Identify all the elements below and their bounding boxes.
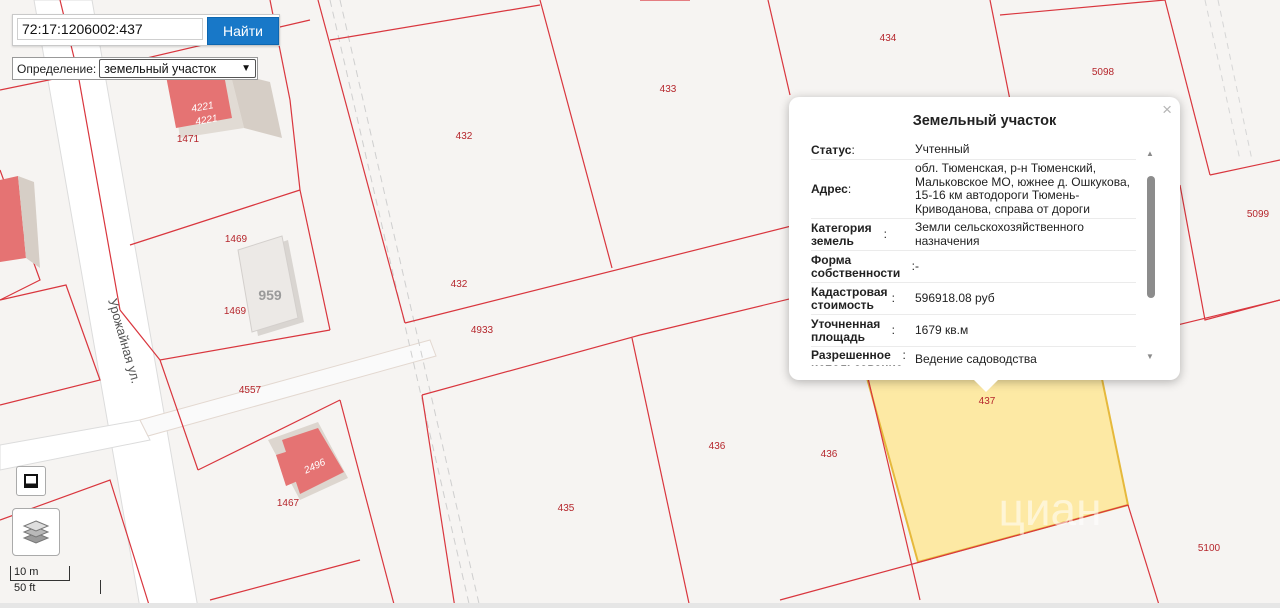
parcel-label: 432 (451, 279, 468, 290)
table-row: Уточненная площадь: 1679 кв.м (811, 315, 1136, 347)
definition-selected-value: земельный участок (104, 61, 217, 76)
chevron-down-icon: ▼ (241, 63, 251, 74)
scale-imperial: 50 ft (14, 582, 36, 594)
parcel-label: 5099 (1247, 209, 1270, 220)
popup-tail (974, 380, 998, 392)
info-table: Статус: Учтенный Адрес: обл. Тюменская, … (811, 141, 1136, 366)
parcel-label: 1469 (225, 234, 248, 245)
table-row: Категория земель: Земли сельскохозяйстве… (811, 219, 1136, 251)
scale-bar: 10 m 50 ft (8, 566, 104, 596)
building-label: 959 (258, 287, 282, 303)
parcel-label: 1471 (177, 134, 200, 145)
row-label: Адрес (811, 181, 848, 196)
parcel-label: 437 (979, 396, 996, 407)
scroll-thumb[interactable] (1147, 176, 1155, 298)
measure-tool-button[interactable] (16, 466, 46, 496)
parcel-label: 435 (558, 503, 575, 514)
parcel-label: 4557 (239, 385, 262, 396)
row-value: Земли сельскохозяйственного назначения (915, 220, 1084, 248)
row-label: Уточненная площадь (811, 316, 881, 344)
scroll-up-icon[interactable]: ▲ (1146, 149, 1154, 158)
parcel-label: 4933 (471, 325, 494, 336)
watermark: циан (998, 483, 1101, 535)
parcel-label: 434 (880, 33, 897, 44)
table-row: Статус: Учтенный (811, 141, 1136, 160)
row-value: Ведение садоводства (915, 352, 1037, 366)
definition-panel: Определение: земельный участок ▼ (12, 57, 258, 80)
table-row: Форма собственности: - (811, 251, 1136, 283)
search-panel: Найти (12, 14, 280, 46)
popup-scrollbar[interactable]: ▲ ▼ (1146, 149, 1156, 361)
parcel-label: 1469 (224, 306, 247, 317)
row-label: Статус (811, 142, 852, 157)
row-value: - (915, 258, 919, 273)
search-input[interactable] (17, 18, 203, 40)
row-label: Разрешенное использование (811, 348, 903, 367)
parcel-label: 1467 (277, 498, 300, 509)
table-row: Кадастровая стоимость: 596918.08 руб (811, 283, 1136, 315)
ruler-icon (24, 474, 38, 488)
row-label: Кадастровая стоимость (811, 284, 888, 312)
table-row: Адрес: обл. Тюменская, р-н Тюменский, Ма… (811, 160, 1136, 219)
scale-metric: 10 m (14, 566, 39, 578)
popup-title: Земельный участок (912, 113, 1057, 129)
table-row: Разрешенное использование: Ведение садов… (811, 347, 1136, 367)
row-label: Форма собственности (811, 252, 901, 280)
row-value: обл. Тюменская, р-н Тюменский, Мальковск… (915, 161, 1130, 216)
row-value: 1679 кв.м (915, 322, 969, 337)
row-label: Категория земель (811, 220, 872, 248)
parcel-label: 433 (660, 84, 677, 95)
definition-select[interactable]: земельный участок ▼ (99, 59, 256, 78)
parcel-label: 432 (456, 131, 473, 142)
search-button[interactable]: Найти (207, 17, 279, 45)
scroll-down-icon[interactable]: ▼ (1146, 352, 1154, 361)
layers-icon (22, 520, 50, 544)
parcel-label: 436 (709, 441, 726, 452)
layers-button[interactable] (12, 508, 60, 556)
parcel-label: 5100 (1198, 543, 1221, 554)
parcel-info-popup: × Земельный участок Статус: Учтенный Адр… (789, 97, 1180, 392)
definition-label: Определение: (17, 61, 97, 76)
parcel-label: 436 (821, 449, 838, 460)
parcel-label: 5098 (1092, 67, 1115, 78)
bottom-strip (0, 603, 1280, 608)
row-value: Учтенный (915, 142, 970, 157)
row-value: 596918.08 руб (915, 290, 995, 305)
